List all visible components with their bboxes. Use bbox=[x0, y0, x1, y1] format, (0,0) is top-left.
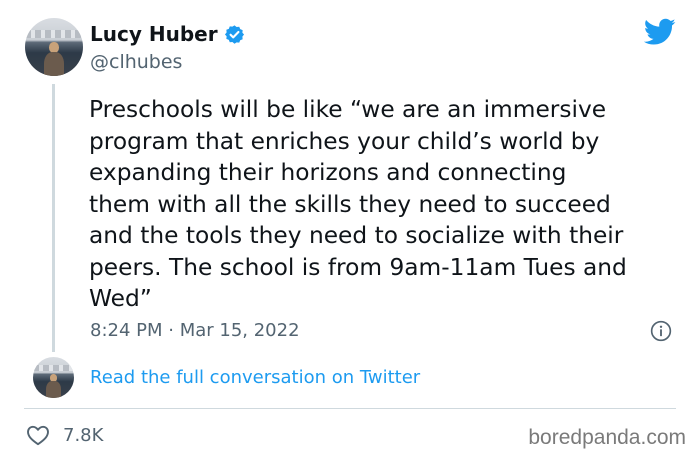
divider bbox=[24, 408, 676, 409]
heart-icon[interactable] bbox=[26, 424, 50, 446]
read-conversation-link[interactable]: Read the full conversation on Twitter bbox=[90, 367, 420, 388]
tweet-text: Preschools will be like “we are an immer… bbox=[89, 96, 627, 312]
tweet-timestamp[interactable]: 8:24 PM · Mar 15, 2022 bbox=[90, 320, 300, 341]
info-icon[interactable] bbox=[650, 320, 672, 342]
thread-line bbox=[52, 84, 55, 352]
verified-badge-icon bbox=[224, 24, 244, 44]
like-count[interactable]: 7.8K bbox=[63, 425, 103, 446]
author-handle[interactable]: @clhubes bbox=[90, 51, 182, 73]
author-name[interactable]: Lucy Huber bbox=[90, 22, 218, 46]
twitter-bird-icon[interactable] bbox=[644, 18, 676, 46]
author-name-row[interactable]: Lucy Huber bbox=[90, 22, 245, 46]
author-avatar[interactable] bbox=[25, 18, 83, 76]
source-watermark: boredpanda.com bbox=[528, 426, 686, 449]
author-avatar-small[interactable] bbox=[33, 357, 74, 398]
